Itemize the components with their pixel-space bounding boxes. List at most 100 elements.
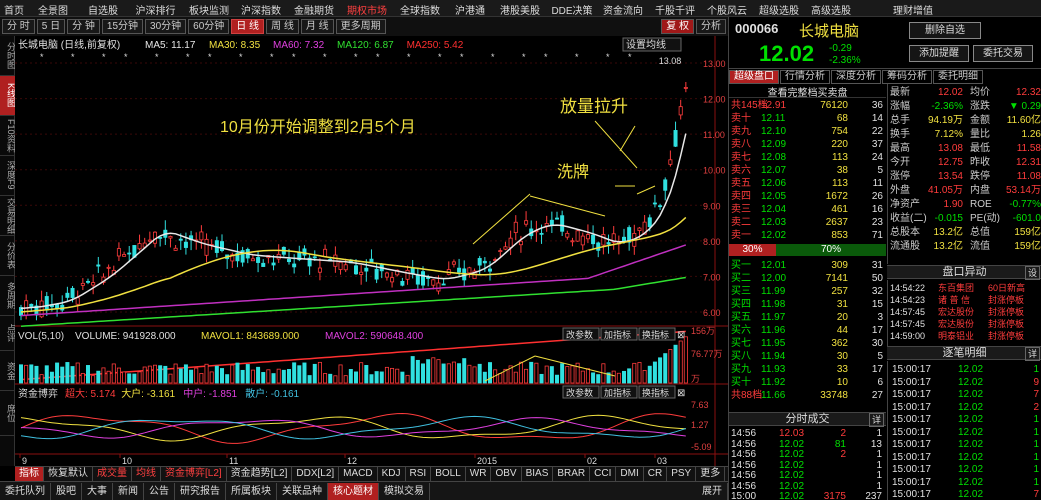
right-tab[interactable]: 超级盘口 <box>729 70 779 84</box>
period-button[interactable]: 5 日 <box>36 19 66 34</box>
indicator-tab[interactable]: BOLL <box>431 467 466 481</box>
top-menu-item[interactable]: 超级选股 <box>753 0 805 16</box>
event-star-marker[interactable]: * <box>292 52 296 62</box>
order-book-row[interactable]: 买八 11.94 30 5 <box>729 350 886 363</box>
info-tab[interactable]: 关联品种 <box>277 482 328 500</box>
order-book-row[interactable]: 卖四 12.05 1672 26 <box>729 190 886 203</box>
order-book-row[interactable]: 共88档 11.66 33748 27 <box>729 389 886 402</box>
order-book-row[interactable]: 卖三 12.04 461 16 <box>729 203 886 216</box>
right-tab[interactable]: 行情分析 <box>780 70 830 84</box>
info-tab[interactable]: 新闻 <box>113 482 144 500</box>
indicator-tab[interactable]: CR <box>644 467 668 481</box>
side-tab[interactable]: 分时图 <box>0 36 15 76</box>
indicator-tab[interactable]: CCI <box>590 467 617 481</box>
order-book-row[interactable]: 买六 11.96 44 17 <box>729 324 886 337</box>
event-star-marker[interactable]: * <box>407 52 411 62</box>
order-book-row[interactable]: 买十 11.92 10 6 <box>729 376 886 389</box>
top-menu-item[interactable]: 期权市场 <box>341 0 393 16</box>
top-menu-item[interactable]: 个股风云 <box>701 0 753 16</box>
indicator-tab[interactable]: DMI <box>616 467 644 481</box>
top-menu-item[interactable]: 沪港通 <box>447 0 493 16</box>
indicator-tab[interactable]: 资金趋势[L2] <box>227 467 293 481</box>
analysis-button[interactable]: 分析 <box>696 19 726 34</box>
info-tab[interactable]: 研究报告 <box>175 482 226 500</box>
top-menu-item[interactable]: 全球指数 <box>393 0 447 16</box>
top-menu-item[interactable]: 千股千评 <box>649 0 701 16</box>
right-tab[interactable]: 委托明细 <box>933 70 983 84</box>
event-star-marker[interactable]: * <box>522 52 526 62</box>
event-star-marker[interactable]: * <box>239 52 243 62</box>
indicator-tab[interactable]: 恢复默认 <box>44 467 93 481</box>
top-menu-item[interactable]: 沪深指数 <box>235 0 287 16</box>
event-star-marker[interactable]: * <box>124 52 128 62</box>
indicator-tab[interactable]: 更多 <box>696 467 726 481</box>
side-tab[interactable]: 分价表 <box>0 236 15 276</box>
side-tab[interactable]: 深度F9 <box>0 156 15 196</box>
indicator-tab[interactable]: MACD <box>339 467 378 481</box>
info-tab[interactable]: 所属板块 <box>226 482 277 500</box>
indicator-tab[interactable]: BRAR <box>553 467 591 481</box>
event-star-marker[interactable]: * <box>354 52 358 62</box>
order-book-row[interactable]: 卖五 12.06 113 11 <box>729 177 886 190</box>
order-book-row[interactable]: 卖二 12.03 2637 23 <box>729 216 886 229</box>
period-button[interactable]: 分 钟 <box>67 19 100 34</box>
indicator-tab[interactable]: BIAS <box>522 467 554 481</box>
top-menu-item[interactable]: 自选股 <box>78 0 128 16</box>
indicator-tab[interactable]: 均线 <box>132 467 161 481</box>
info-tab[interactable]: 委托队列 <box>0 482 51 500</box>
period-button[interactable]: 周 线 <box>266 19 299 34</box>
event-star-marker[interactable]: * <box>155 52 159 62</box>
adjust-button[interactable]: 复 权 <box>661 19 694 34</box>
order-book-row[interactable]: 买二 12.00 7141 50 <box>729 272 886 285</box>
order-book-row[interactable]: 卖八 12.09 220 37 <box>729 138 886 151</box>
kline-chart-area[interactable]: 长城电脑 (日线,前复权) MA5: 11.17 MA30: 8.35 MA60: 7… <box>15 36 728 466</box>
event-star-marker[interactable]: * <box>575 52 579 62</box>
top-menu-item[interactable]: 高级选股 <box>805 0 857 16</box>
side-tab[interactable]: 席位 <box>0 391 15 436</box>
indicator-tab[interactable]: RSI <box>406 467 432 481</box>
event-star-marker[interactable]: * <box>71 52 75 62</box>
indicator-tab[interactable]: OBV <box>491 467 522 481</box>
period-button[interactable]: 月 线 <box>300 19 334 34</box>
event-star-marker[interactable]: * <box>270 52 274 62</box>
period-button[interactable]: 60分钟 <box>188 19 230 34</box>
order-book-row[interactable]: 卖九 12.10 754 22 <box>729 125 886 138</box>
indicator-tab[interactable]: KDJ <box>378 467 406 481</box>
event-star-marker[interactable]: * <box>544 52 548 62</box>
order-book-row[interactable]: 卖十 12.11 68 14 <box>729 112 886 125</box>
move-setting-button[interactable]: 设 <box>1024 266 1040 280</box>
right-tab[interactable]: 筹码分析 <box>882 70 932 84</box>
info-tab[interactable]: 模拟交易 <box>379 482 430 500</box>
order-book-row[interactable]: 共145档 12.91 76120 36 <box>729 99 886 112</box>
event-star-marker[interactable]: * <box>606 52 610 62</box>
event-star-marker[interactable]: * <box>460 52 464 62</box>
order-book-row[interactable]: 买三 11.99 257 32 <box>729 285 886 298</box>
order-book-row[interactable]: 买一 12.01 309 31 <box>729 259 886 272</box>
order-book-row[interactable]: 卖七 12.08 113 24 <box>729 151 886 164</box>
order-book-row[interactable]: 卖一 12.02 853 71 <box>729 229 886 242</box>
add-alert-button[interactable]: 添加提醒 <box>909 45 969 62</box>
event-star-marker[interactable]: * <box>102 52 106 62</box>
top-menu-item[interactable]: 全景图 <box>28 0 78 16</box>
indicator-tab[interactable]: PSY <box>667 467 697 481</box>
event-star-marker[interactable]: * <box>323 52 327 62</box>
event-star-marker[interactable]: * <box>186 52 190 62</box>
info-tab[interactable]: 公告 <box>144 482 175 500</box>
side-tab[interactable]: 点评 <box>0 316 15 351</box>
top-menu-item[interactable]: 板块监测 <box>183 0 235 16</box>
top-menu-item[interactable] <box>857 0 887 16</box>
order-book-row[interactable]: 买四 11.98 31 15 <box>729 298 886 311</box>
top-menu-item[interactable]: 资金流向 <box>597 0 649 16</box>
period-button[interactable]: 更多周期 <box>335 19 386 34</box>
event-star-marker[interactable]: * <box>438 52 442 62</box>
top-menu-item[interactable]: 港股美股 <box>493 0 547 16</box>
indicator-tab[interactable]: WR <box>466 467 492 481</box>
right-tab[interactable]: 深度分析 <box>831 70 881 84</box>
event-star-marker[interactable]: * <box>208 52 212 62</box>
trade-button[interactable]: 委托交易 <box>973 45 1033 62</box>
top-menu-item[interactable]: 金融期货 <box>287 0 341 16</box>
order-book-row[interactable]: 买九 11.93 33 17 <box>729 363 886 376</box>
period-button[interactable]: 30分钟 <box>145 19 187 34</box>
side-tab[interactable]: 资金 <box>0 351 15 391</box>
order-book-row[interactable]: 买五 11.97 20 3 <box>729 311 886 324</box>
